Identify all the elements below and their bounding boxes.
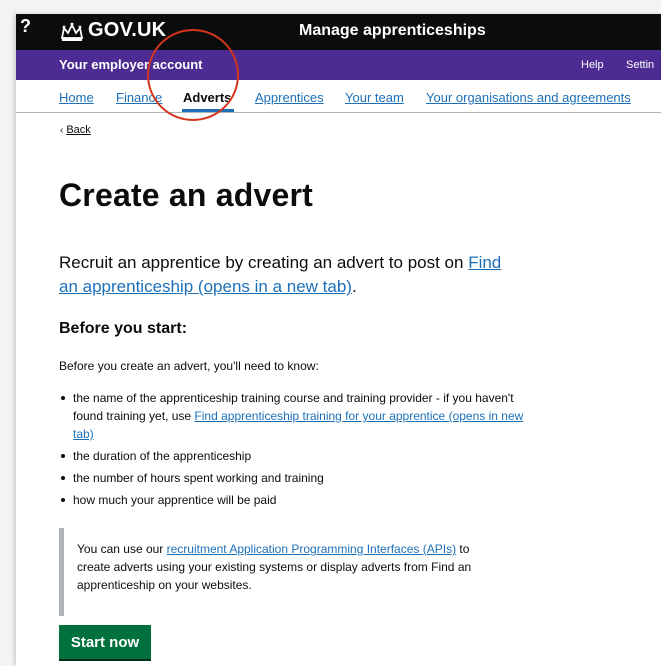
govuk-logo-link[interactable]: GOV.UK xyxy=(88,19,166,42)
intro-text: Before you create an advert, you'll need… xyxy=(59,359,319,373)
inset-prefix: You can use our xyxy=(77,542,167,556)
nav-organisations-agreements[interactable]: Your organisations and agreements xyxy=(426,90,631,105)
settings-link[interactable]: Settin xyxy=(626,59,654,71)
nav-apprentices[interactable]: Apprentices xyxy=(255,90,324,105)
lead-text: Recruit an apprentice by creating an adv… xyxy=(59,253,469,272)
nav-home[interactable]: Home xyxy=(59,90,94,105)
account-bar: Your employer account Help Settin xyxy=(16,50,661,80)
back-label: Back xyxy=(66,124,91,136)
help-link[interactable]: Help xyxy=(581,59,604,71)
list-item: the name of the apprenticeship training … xyxy=(59,389,529,443)
list-item: how much your apprentice will be paid xyxy=(59,491,529,509)
inset-text: You can use our recruitment Application … xyxy=(59,528,504,616)
help-question-icon[interactable]: ? xyxy=(20,16,40,36)
list-item: the duration of the apprenticeship xyxy=(59,447,529,465)
sub-navigation: Home Finance Adverts Apprentices Your te… xyxy=(16,80,661,113)
nav-your-team[interactable]: Your team xyxy=(345,90,404,105)
page-title: Create an advert xyxy=(59,177,313,213)
annotation-highlight-circle xyxy=(147,29,239,121)
recruitment-api-link[interactable]: recruitment Application Programming Inte… xyxy=(167,542,456,556)
lead-paragraph: Recruit an apprentice by creating an adv… xyxy=(59,251,519,299)
browser-viewport: GOV.UK Manage apprenticeships Your emplo… xyxy=(16,14,661,666)
back-link[interactable]: ‹ Back xyxy=(60,124,91,136)
crown-icon xyxy=(60,22,84,41)
start-now-button[interactable]: Start now xyxy=(59,625,151,659)
before-you-start-heading: Before you start: xyxy=(59,320,188,337)
lead-suffix: . xyxy=(351,277,357,296)
list-item: the number of hours spent working and tr… xyxy=(59,469,529,487)
chevron-left-icon: ‹ xyxy=(60,125,64,136)
service-name[interactable]: Manage apprenticeships xyxy=(299,22,486,40)
inset-paragraph: You can use our recruitment Application … xyxy=(77,540,497,594)
requirements-list: the name of the apprenticeship training … xyxy=(59,389,529,513)
govuk-header: GOV.UK Manage apprenticeships xyxy=(16,14,661,50)
